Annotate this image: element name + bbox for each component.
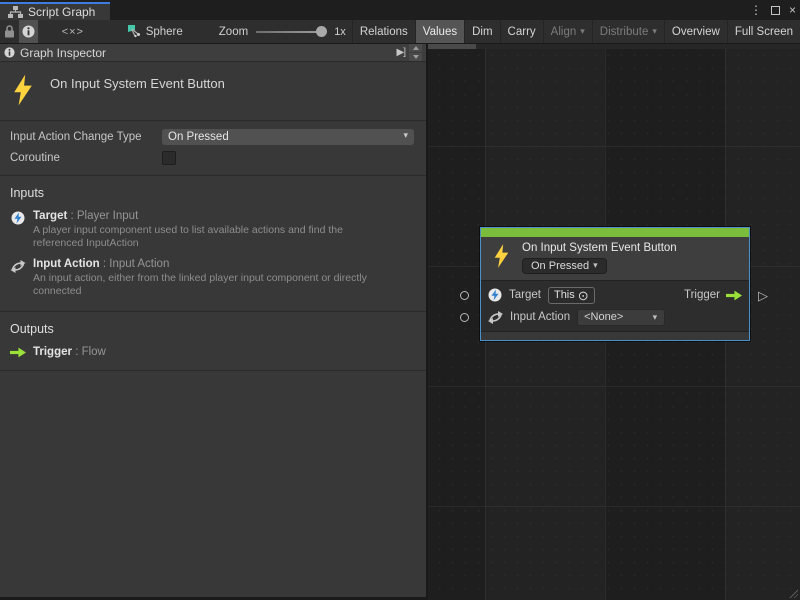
zoom-label: Zoom [219, 26, 248, 38]
inspector-scrollbar[interactable] [409, 44, 422, 61]
coroutine-label: Coroutine [10, 152, 162, 164]
target-picker-icon[interactable]: ⊙ [578, 289, 589, 302]
event-lightning-icon [12, 74, 34, 106]
chevron-down-icon [576, 26, 585, 38]
unit-title: On Input System Event Button [50, 76, 225, 91]
relations-button[interactable]: Relations [352, 20, 415, 43]
target-value-button[interactable]: This ⊙ [548, 287, 595, 304]
outputs-heading: Outputs [10, 322, 414, 336]
graph-reference[interactable]: Sphere [128, 20, 183, 43]
script-graph-window: Script Graph ⋮ × <×> [0, 0, 800, 600]
input-port-input-action: Input Action : Input Action An input act… [10, 258, 414, 298]
graph-canvas[interactable]: On Input System Event Button On Pressed [428, 44, 800, 600]
inputs-heading: Inputs [10, 186, 414, 200]
graph-inspector-panel: Graph Inspector ▶] On Input System Event… [0, 44, 428, 600]
distribute-dropdown-button[interactable]: Distribute [592, 20, 664, 43]
graph-inspector-title: Graph Inspector [20, 46, 397, 60]
toolbar-buttons: Relations Values Dim Carry Align Distrib… [352, 20, 800, 43]
target-label: Target [509, 289, 541, 301]
titlebar: Script Graph ⋮ × [0, 0, 800, 20]
node-accent-bar [481, 228, 749, 237]
coroutine-checkbox[interactable] [162, 151, 176, 165]
tab-script-graph[interactable]: Script Graph [0, 2, 110, 20]
input-port-target: Target : Player Input A player input com… [10, 210, 414, 250]
event-mode-dropdown[interactable]: On Pressed [522, 258, 607, 274]
dock-panel-icon[interactable]: ▶] [397, 47, 405, 58]
target-input-port[interactable] [460, 291, 469, 300]
lock-icon [4, 25, 15, 38]
player-input-icon [10, 211, 26, 225]
full-screen-button[interactable]: Full Screen [727, 20, 800, 43]
script-machine-icon [128, 25, 141, 38]
change-type-label: Input Action Change Type [10, 131, 162, 143]
input-action-input-port[interactable] [460, 313, 469, 322]
overview-button[interactable]: Overview [664, 20, 727, 43]
node-header[interactable]: On Input System Event Button On Pressed [481, 237, 749, 280]
lock-button[interactable] [0, 20, 19, 43]
resize-grip[interactable] [788, 588, 798, 598]
zoom-value: 1x [334, 26, 346, 38]
dim-button[interactable]: Dim [464, 20, 499, 43]
info-icon [22, 25, 35, 38]
player-input-icon [488, 288, 502, 302]
graph-inspector-header: Graph Inspector ▶] [0, 44, 426, 62]
scrollbar-thumb[interactable] [428, 44, 476, 49]
maximize-icon[interactable] [771, 6, 780, 15]
carry-button[interactable]: Carry [500, 20, 543, 43]
node-title: On Input System Event Button [522, 242, 677, 254]
scroll-down-icon[interactable] [409, 53, 422, 61]
inspector-toggle-button[interactable] [19, 20, 38, 43]
graph-reference-label: Sphere [146, 26, 183, 38]
event-node[interactable]: On Input System Event Button On Pressed [480, 227, 750, 341]
info-icon [4, 47, 15, 58]
kebab-menu-icon[interactable]: ⋮ [750, 3, 762, 17]
port-description: A player input component used to list av… [33, 224, 393, 250]
node-row-target: Target This ⊙ Trigger [481, 284, 749, 306]
zoom-slider[interactable] [256, 20, 327, 44]
unit-title-block: On Input System Event Button [0, 62, 426, 121]
unit-fields: Input Action Change Type On Pressed Coro… [0, 121, 426, 176]
input-action-icon [10, 259, 26, 273]
flow-arrow-icon [10, 347, 26, 358]
flow-arrow-icon [726, 290, 742, 301]
outputs-section: Outputs Trigger : Flow [0, 312, 426, 371]
zoom-slider-thumb[interactable] [316, 26, 327, 37]
trigger-label: Trigger [684, 289, 720, 301]
node-row-input-action: Input Action <None> [481, 306, 749, 328]
zoom-slider-track [256, 31, 319, 33]
input-action-label: Input Action [510, 311, 570, 323]
event-lightning-icon [493, 243, 510, 269]
trigger-output-port[interactable] [758, 289, 768, 302]
close-icon[interactable]: × [789, 3, 796, 17]
chevron-down-icon [648, 26, 657, 38]
input-action-icon [488, 310, 503, 324]
tab-label: Script Graph [28, 5, 95, 19]
change-type-dropdown[interactable]: On Pressed [162, 129, 414, 145]
node-footer [481, 331, 749, 340]
inputs-section: Inputs Target : Player Input A player in… [0, 176, 426, 312]
output-port-trigger: Trigger : Flow [10, 346, 414, 358]
values-button[interactable]: Values [415, 20, 464, 43]
insert-node-button[interactable]: <×> [58, 20, 88, 43]
window-controls: ⋮ × [750, 3, 796, 17]
canvas-horizontal-scrollbar[interactable] [428, 44, 800, 49]
port-description: An input action, either from the linked … [33, 272, 393, 298]
chevron-down-icon [589, 260, 598, 272]
graph-hierarchy-icon [8, 6, 23, 19]
toolbar: <×> Sphere Zoom 1x Relations Values Dim … [0, 20, 800, 44]
scroll-up-icon[interactable] [409, 44, 422, 52]
align-dropdown-button[interactable]: Align [543, 20, 592, 43]
input-action-dropdown[interactable]: <None> [577, 309, 665, 326]
node-body: Target This ⊙ Trigger [481, 280, 749, 331]
